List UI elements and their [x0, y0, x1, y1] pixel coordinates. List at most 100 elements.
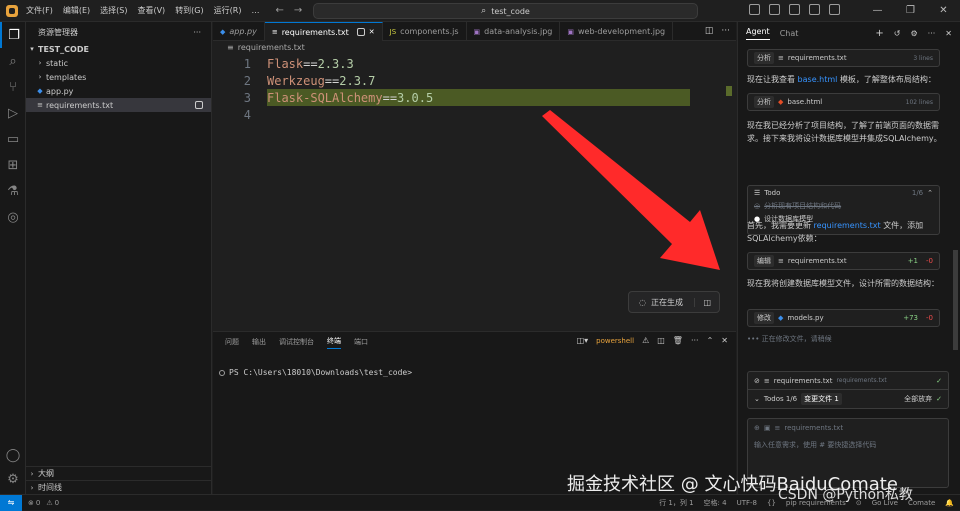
view-diff-icon[interactable]: ◫ — [694, 298, 711, 307]
terminal-shell-label[interactable]: powershell — [596, 337, 634, 345]
menu-file[interactable]: 文件(F) — [26, 5, 53, 16]
accept-all-icon[interactable]: ✓ — [936, 395, 942, 403]
search-view-icon[interactable]: ⌕ — [0, 48, 26, 74]
menu-selection[interactable]: 选择(S) — [100, 5, 127, 16]
menu-more[interactable]: … — [251, 6, 259, 15]
encoding[interactable]: UTF-8 — [737, 499, 757, 507]
close-window-icon[interactable]: ✕ — [927, 0, 960, 22]
operator: == — [325, 74, 339, 88]
split-editor-icon[interactable]: ◫ — [705, 26, 714, 36]
more-actions-icon[interactable]: ··· — [193, 28, 201, 37]
attached-file[interactable]: requirements.txt — [784, 424, 843, 432]
indentation[interactable]: 空格: 4 — [704, 498, 727, 508]
discard-all-button[interactable]: 全部放弃 — [904, 394, 932, 404]
close-icon[interactable]: ✕ — [369, 28, 375, 36]
outline-section[interactable]: › 大纲 — [26, 466, 212, 480]
tool-card-analyze[interactable]: 分析 ◆ base.html 102 lines — [747, 93, 940, 111]
tab-data-analysis[interactable]: ▣ data-analysis.jpg — [467, 22, 561, 41]
tab-chat[interactable]: Chat — [780, 29, 799, 38]
toggle-secondary-sidebar-icon[interactable] — [789, 4, 800, 15]
chat-input[interactable]: 输入任意需求，使用 # 要快捷选择代码 — [748, 437, 948, 453]
add-context-icon[interactable]: ⊕ — [754, 424, 760, 432]
chat-scrollbar[interactable] — [953, 250, 958, 350]
tab-problems[interactable]: 问题 — [225, 337, 239, 347]
tab-agent[interactable]: Agent — [746, 27, 770, 40]
breadcrumb-file[interactable]: requirements.txt — [238, 43, 305, 52]
chat-settings-icon[interactable]: ⚙ — [910, 29, 917, 38]
tree-item-templates[interactable]: › templates — [26, 70, 211, 84]
history-icon[interactable]: ↺ — [894, 29, 901, 38]
close-panel-icon[interactable]: ✕ — [721, 336, 728, 345]
cursor-position[interactable]: 行 1，列 1 — [659, 498, 693, 508]
account-icon[interactable]: ◯ — [0, 442, 26, 468]
tab-web-development[interactable]: ▣ web-development.jpg — [560, 22, 673, 41]
todo-header[interactable]: ☰ Todo 1/6 ⌃ — [748, 186, 939, 199]
remote-explorer-icon[interactable]: ▭ — [0, 126, 26, 152]
chat-more-icon[interactable]: ··· — [928, 29, 936, 38]
timeline-label: 时间线 — [38, 482, 62, 493]
file-link[interactable]: requirements.txt — [814, 221, 881, 230]
minimize-icon[interactable]: — — [861, 0, 894, 22]
close-chat-icon[interactable]: ✕ — [945, 29, 952, 38]
menu-edit[interactable]: 编辑(E) — [63, 5, 90, 16]
tree-item-requirements[interactable]: ≡ requirements.txt — [26, 98, 211, 112]
bell-icon[interactable]: 🔔 — [945, 499, 954, 507]
trash-icon[interactable]: 🗑 — [673, 336, 683, 345]
restore-icon[interactable]: ❐ — [894, 0, 927, 22]
split-terminal-icon[interactable]: ◫ — [657, 336, 665, 345]
accounts-icon[interactable] — [829, 4, 840, 15]
menu-view[interactable]: 查看(V) — [137, 5, 165, 16]
menu-run[interactable]: 运行(R) — [214, 5, 242, 16]
changed-file-row[interactable]: ⊘ ≡ requirements.txt requirements.txt ✓ — [748, 372, 948, 390]
tool-card-modify[interactable]: 修改 ◆ models.py +73 -0 — [747, 309, 940, 327]
command-center-search[interactable]: ⌕ test_code — [313, 3, 698, 19]
more-icon[interactable]: ··· — [691, 336, 699, 345]
tool-file: requirements.txt — [788, 54, 847, 62]
tab-dirty-icon[interactable] — [357, 28, 365, 36]
explorer-icon[interactable]: ❐ — [0, 22, 26, 48]
tab-app-py[interactable]: ◆ app.py — [213, 22, 265, 41]
customize-layout-icon[interactable] — [809, 4, 820, 15]
menu-go[interactable]: 转到(G) — [175, 5, 203, 16]
terminal-line[interactable]: PS C:\Users\18010\Downloads\test_code> — [219, 368, 412, 377]
image-icon[interactable]: ▣ — [764, 424, 771, 432]
source-control-icon[interactable]: ⑂ — [0, 74, 26, 100]
terminal-prompt: PS C:\Users\18010\Downloads\test_code> — [229, 368, 412, 377]
remote-indicator-icon[interactable]: ⇋ — [0, 495, 22, 511]
warning-icon[interactable]: ⚠ — [642, 336, 649, 345]
project-root[interactable]: ▾ TEST_CODE — [26, 42, 211, 56]
tab-requirements[interactable]: ≡ requirements.txt ✕ — [265, 22, 383, 41]
file-link[interactable]: base.html — [798, 75, 838, 84]
new-chat-icon[interactable]: + — [875, 28, 883, 39]
comate-icon[interactable]: ◎ — [0, 204, 26, 230]
toggle-sidebar-icon[interactable] — [749, 4, 760, 15]
tab-components-js[interactable]: JS components.js — [383, 22, 467, 41]
eol-icon[interactable]: {} — [767, 499, 776, 507]
message-text: 模板，了解整体布局结构： — [840, 75, 936, 84]
warnings-icon[interactable]: ⚠ — [46, 499, 52, 507]
tree-item-static[interactable]: › static — [26, 56, 211, 70]
tab-terminal[interactable]: 终端 — [327, 336, 341, 349]
tool-card-edit[interactable]: 编辑 ≡ requirements.txt +1 -0 — [747, 252, 940, 270]
manage-gear-icon[interactable]: ⚙ — [0, 466, 26, 492]
tab-output[interactable]: 输出 — [252, 337, 266, 347]
editor-more-icon[interactable]: ··· — [721, 26, 730, 36]
tab-ports[interactable]: 端口 — [354, 337, 368, 347]
errors-icon[interactable]: ⊗ — [28, 499, 34, 507]
testing-icon[interactable]: ⚗ — [0, 178, 26, 204]
back-arrow-icon[interactable]: ← — [275, 5, 283, 16]
extensions-icon[interactable]: ⊞ — [0, 152, 26, 178]
tab-debug-console[interactable]: 调试控制台 — [279, 337, 314, 347]
tree-item-app-py[interactable]: ◆ app.py — [26, 84, 211, 98]
changed-files-badge[interactable]: 变更文件 1 — [801, 393, 842, 405]
chevron-down-icon[interactable]: ⌄ — [754, 395, 760, 403]
toggle-panel-icon[interactable] — [769, 4, 780, 15]
timeline-section[interactable]: › 时间线 — [26, 480, 212, 494]
maximize-panel-icon[interactable]: ⌃ — [707, 336, 714, 345]
generating-indicator[interactable]: ◌ 正在生成 ◫ — [628, 291, 720, 313]
tool-card-analyze[interactable]: 分析 ≡ requirements.txt 3 lines — [747, 49, 940, 67]
new-terminal-icon[interactable]: ◫▾ — [577, 336, 589, 345]
run-debug-icon[interactable]: ▷ — [0, 100, 26, 126]
tree-item-label: app.py — [46, 87, 73, 96]
forward-arrow-icon[interactable]: → — [294, 5, 302, 16]
